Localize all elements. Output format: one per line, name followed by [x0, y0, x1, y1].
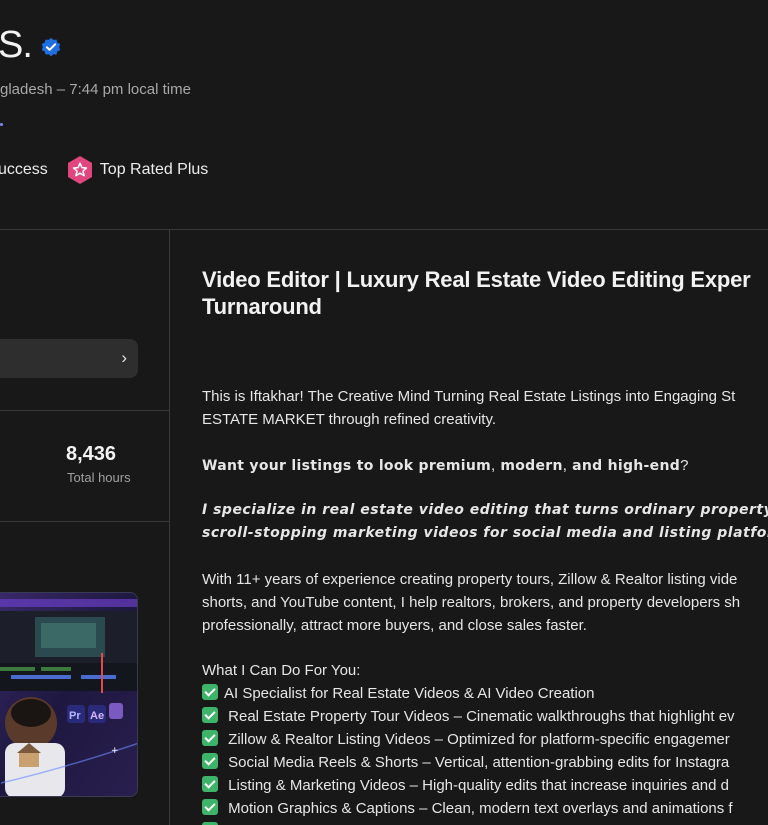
checkmark-icon	[202, 799, 218, 815]
services-list: What I Can Do For You: AI Specialist for…	[202, 659, 768, 825]
header-divider	[0, 229, 768, 230]
premiere-pro-badge: Pr	[69, 710, 81, 722]
column-divider	[169, 230, 170, 825]
sidebar-expand-button[interactable]: ›	[0, 339, 138, 378]
svg-text:+: +	[111, 746, 119, 756]
profile-name: S.	[0, 24, 33, 66]
top-rated-plus-label: Top Rated Plus	[99, 161, 209, 178]
location-time: gladesh – 7:44 pm local time	[0, 81, 191, 98]
total-hours-value: 8,436	[66, 443, 117, 465]
list-item: AI Specialist for Real Estate Videos & A…	[202, 682, 768, 705]
profile-title-line: Video Editor | Luxury Real Estate Video …	[202, 267, 751, 292]
portfolio-thumbnail-image: Pr Ae +	[0, 593, 137, 796]
checkmark-icon	[202, 730, 218, 746]
portfolio-thumbnail[interactable]: Pr Ae +	[0, 592, 138, 797]
experience-line: With 11+ years of experience creating pr…	[202, 571, 738, 588]
experience-line: shorts, and YouTube content, I help real…	[202, 594, 741, 611]
profile-title-line: Turnaround	[202, 294, 322, 319]
intro-paragraph: This is Iftakhar! The Creative Mind Turn…	[202, 385, 768, 431]
list-item: Real Estate Property Tour Videos – Cinem…	[202, 705, 768, 728]
profile-badges: uccess Top Rated Plus	[0, 155, 208, 185]
specialize-line: I specialize in real estate video editin…	[202, 502, 768, 518]
list-item: Motion Graphics & Captions – Clean, mode…	[202, 797, 768, 820]
intro-line: ESTATE MARKET through refined creativity…	[202, 411, 496, 428]
checkmark-icon	[202, 753, 218, 769]
after-effects-badge: Ae	[90, 710, 104, 722]
services-heading: What I Can Do For You:	[202, 662, 361, 679]
chevron-right-icon: ›	[121, 348, 127, 367]
profile-title: Video Editor | Luxury Real Estate Video …	[202, 266, 768, 320]
specialize-line: scroll-stopping marketing videos for soc…	[202, 525, 768, 541]
experience-paragraph: With 11+ years of experience creating pr…	[202, 568, 768, 637]
sidebar-divider	[0, 410, 169, 411]
sidebar-divider	[0, 521, 169, 522]
list-item	[202, 820, 768, 825]
top-rated-plus-badge[interactable]: Top Rated Plus	[65, 155, 209, 185]
question-line: Want your listings to look premium, mode…	[202, 457, 689, 474]
decorative-dot	[0, 123, 3, 126]
job-success-badge-label: uccess	[0, 161, 48, 178]
checkmark-icon	[202, 684, 218, 700]
specialize-paragraph: I specialize in real estate video editin…	[202, 499, 768, 545]
verified-badge-icon	[41, 37, 61, 57]
list-item: Social Media Reels & Shorts – Vertical, …	[202, 751, 768, 774]
list-item: Zillow & Realtor Listing Videos – Optimi…	[202, 728, 768, 751]
profile-overview: Video Editor | Luxury Real Estate Video …	[202, 266, 768, 825]
checkmark-icon	[202, 776, 218, 792]
top-rated-plus-icon	[67, 156, 92, 184]
experience-line: professionally, attract more buyers, and…	[202, 617, 587, 634]
checkmark-icon	[202, 707, 218, 723]
total-hours-label: Total hours	[67, 470, 131, 485]
list-item: Listing & Marketing Videos – High-qualit…	[202, 774, 768, 797]
intro-line: This is Iftakhar! The Creative Mind Turn…	[202, 388, 736, 405]
